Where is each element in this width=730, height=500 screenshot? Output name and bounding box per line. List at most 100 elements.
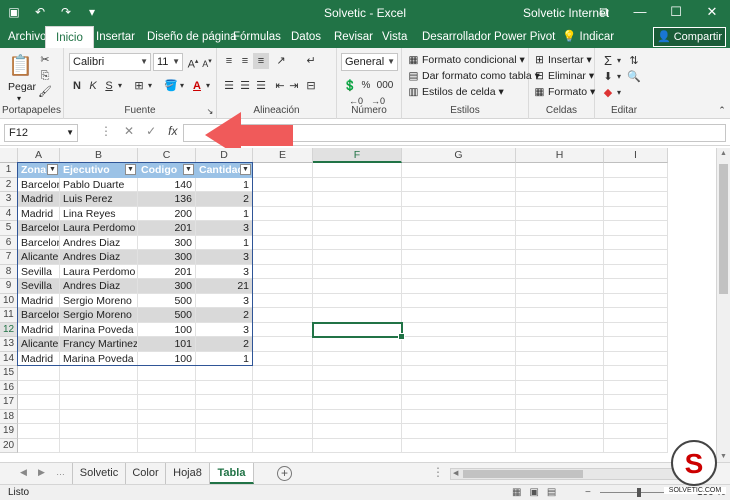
empty-cell[interactable] bbox=[516, 366, 604, 381]
table-cell[interactable]: 2 bbox=[196, 337, 253, 352]
table-cell[interactable]: 100 bbox=[138, 351, 196, 366]
empty-cell[interactable] bbox=[516, 163, 604, 178]
empty-cell[interactable] bbox=[18, 409, 60, 424]
row-header[interactable]: 16 bbox=[0, 380, 18, 395]
page-layout-icon[interactable]: ▣ bbox=[529, 487, 538, 498]
fill-icon[interactable]: ⬇ bbox=[601, 69, 615, 85]
filter-dropdown-icon[interactable]: ▼ bbox=[240, 164, 251, 175]
filter-dropdown-icon[interactable]: ▼ bbox=[125, 164, 136, 175]
column-header[interactable]: A bbox=[18, 148, 60, 163]
column-header[interactable]: E bbox=[253, 148, 313, 163]
row-header[interactable]: 7 bbox=[0, 250, 18, 265]
ribbon-display-icon[interactable]: ⧉ bbox=[586, 0, 622, 26]
empty-cell[interactable] bbox=[138, 395, 196, 410]
tell-me-search[interactable]: 💡 Indicar bbox=[562, 26, 614, 48]
empty-cell[interactable] bbox=[402, 264, 516, 279]
table-cell[interactable]: Pablo Duarte bbox=[60, 177, 138, 192]
tab-inicio[interactable]: Inicio bbox=[45, 26, 94, 48]
prev-sheet-icon[interactable]: ◀ bbox=[20, 467, 27, 478]
table-cell[interactable]: Alicante bbox=[18, 250, 60, 265]
empty-cell[interactable] bbox=[402, 163, 516, 178]
empty-cell[interactable] bbox=[516, 337, 604, 352]
empty-cell[interactable] bbox=[516, 250, 604, 265]
sheet-tab-solvetic[interactable]: Solvetic bbox=[72, 463, 126, 484]
percent-icon[interactable]: % bbox=[359, 78, 373, 94]
empty-cell[interactable] bbox=[604, 308, 668, 323]
empty-cell[interactable] bbox=[516, 424, 604, 439]
row-header[interactable]: 11 bbox=[0, 308, 18, 323]
increase-indent-icon[interactable]: ⇥ bbox=[287, 78, 301, 94]
orientation-icon[interactable]: ↗ bbox=[273, 53, 289, 69]
format-cells-button[interactable]: ▦ Formato ▾ bbox=[533, 85, 596, 99]
empty-cell[interactable] bbox=[313, 366, 402, 381]
empty-cell[interactable] bbox=[253, 351, 313, 366]
empty-cell[interactable] bbox=[516, 177, 604, 192]
table-cell[interactable]: Alicante bbox=[18, 337, 60, 352]
row-header[interactable]: 10 bbox=[0, 293, 18, 308]
tab-diseno[interactable]: Diseño de página bbox=[147, 26, 237, 48]
table-cell[interactable]: 201 bbox=[138, 221, 196, 236]
empty-cell[interactable] bbox=[516, 192, 604, 207]
cancel-icon[interactable]: ✕ bbox=[124, 124, 134, 138]
table-cell[interactable]: 3 bbox=[196, 221, 253, 236]
align-middle-icon[interactable]: ≡ bbox=[237, 53, 253, 69]
table-header-cell[interactable]: Cantidad ▼ bbox=[196, 163, 253, 178]
table-cell[interactable]: 140 bbox=[138, 177, 196, 192]
delete-cells-button[interactable]: ⊟ Eliminar ▾ bbox=[533, 69, 594, 83]
empty-cell[interactable] bbox=[18, 395, 60, 410]
empty-cell[interactable] bbox=[604, 264, 668, 279]
italic-icon[interactable]: K bbox=[86, 78, 100, 94]
empty-cell[interactable] bbox=[18, 380, 60, 395]
column-header[interactable]: C bbox=[138, 148, 196, 163]
tab-formulas[interactable]: Fórmulas bbox=[233, 26, 281, 48]
table-cell[interactable]: 21 bbox=[196, 279, 253, 294]
table-cell[interactable]: 3 bbox=[196, 293, 253, 308]
empty-cell[interactable] bbox=[516, 322, 604, 337]
empty-cell[interactable] bbox=[313, 279, 402, 294]
table-cell[interactable]: 1 bbox=[196, 177, 253, 192]
empty-cell[interactable] bbox=[313, 221, 402, 236]
empty-cell[interactable] bbox=[402, 438, 516, 453]
page-break-icon[interactable]: ▤ bbox=[547, 487, 556, 498]
table-cell[interactable]: 2 bbox=[196, 192, 253, 207]
copy-icon[interactable]: ⎘ bbox=[38, 68, 52, 84]
row-header[interactable]: 3 bbox=[0, 192, 18, 207]
table-cell[interactable]: Sevilla bbox=[18, 264, 60, 279]
cut-icon[interactable]: ✂ bbox=[38, 52, 52, 68]
row-header[interactable]: 17 bbox=[0, 395, 18, 410]
paste-dropdown-icon[interactable]: ▾ bbox=[17, 92, 21, 106]
normal-view-icon[interactable]: ▦ bbox=[512, 487, 521, 498]
empty-cell[interactable] bbox=[253, 438, 313, 453]
column-header[interactable]: B bbox=[60, 148, 138, 163]
splitter-icon[interactable]: ⋮ bbox=[432, 465, 444, 479]
table-cell[interactable]: Francy Martinez bbox=[60, 337, 138, 352]
number-format-select[interactable]: General ▼ bbox=[341, 53, 398, 71]
clear-icon[interactable]: ◆ bbox=[601, 85, 615, 101]
empty-cell[interactable] bbox=[253, 235, 313, 250]
empty-cell[interactable] bbox=[60, 395, 138, 410]
align-bottom-icon[interactable]: ≡ bbox=[253, 53, 269, 69]
empty-cell[interactable] bbox=[313, 177, 402, 192]
tab-datos[interactable]: Datos bbox=[291, 26, 321, 48]
column-header[interactable]: D bbox=[196, 148, 253, 163]
empty-cell[interactable] bbox=[253, 264, 313, 279]
empty-cell[interactable] bbox=[604, 177, 668, 192]
merge-center-icon[interactable]: ⊟ bbox=[303, 78, 319, 94]
table-cell[interactable]: Sergio Moreno bbox=[60, 308, 138, 323]
more-sheets-icon[interactable]: … bbox=[56, 467, 65, 477]
empty-cell[interactable] bbox=[60, 409, 138, 424]
empty-cell[interactable] bbox=[402, 380, 516, 395]
row-header[interactable]: 5 bbox=[0, 221, 18, 236]
row-header[interactable]: 12 bbox=[0, 322, 18, 337]
table-cell[interactable]: Andres Diaz bbox=[60, 250, 138, 265]
empty-cell[interactable] bbox=[313, 192, 402, 207]
empty-cell[interactable] bbox=[516, 264, 604, 279]
tab-revisar[interactable]: Revisar bbox=[334, 26, 373, 48]
empty-cell[interactable] bbox=[196, 366, 253, 381]
table-cell[interactable]: 136 bbox=[138, 192, 196, 207]
empty-cell[interactable] bbox=[18, 438, 60, 453]
empty-cell[interactable] bbox=[604, 424, 668, 439]
row-header[interactable]: 2 bbox=[0, 177, 18, 192]
table-cell[interactable]: Barcelona bbox=[18, 177, 60, 192]
spreadsheet-grid[interactable]: ABCDEFGHI 1 2 3 4 5 6 7 8 9 10 11 12 13 14 15 16 17 18 19 2… bbox=[0, 148, 730, 462]
